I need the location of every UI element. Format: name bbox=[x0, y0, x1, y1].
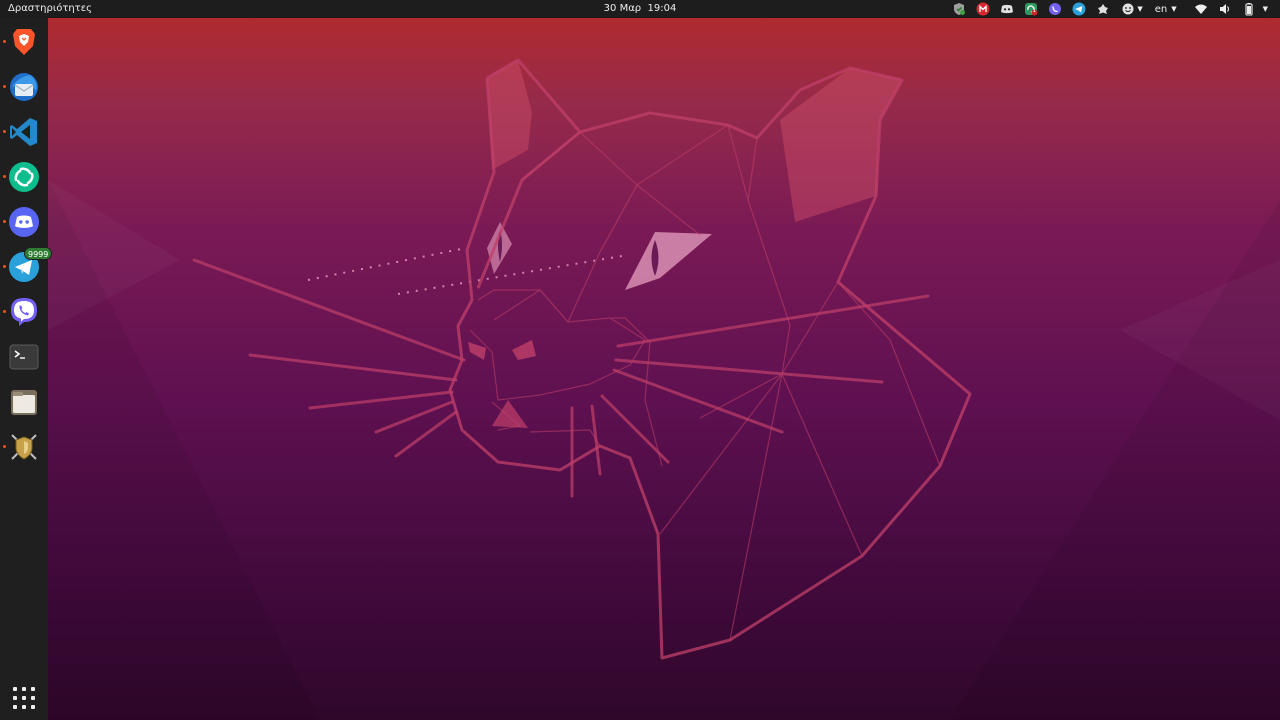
viber-icon bbox=[8, 296, 40, 328]
files-icon bbox=[8, 386, 40, 418]
running-indicator bbox=[3, 40, 6, 43]
vscode-icon bbox=[8, 116, 40, 148]
terminal-icon bbox=[8, 341, 40, 373]
discord-icon bbox=[8, 206, 40, 238]
chevron-down-icon: ▼ bbox=[1137, 5, 1143, 13]
unread-badge: 9999 bbox=[24, 247, 53, 260]
element-icon bbox=[8, 161, 40, 193]
dock-item-telegram[interactable]: 9999 bbox=[0, 245, 53, 289]
dock-item-warsow[interactable] bbox=[0, 425, 48, 469]
system-tray: 1 ▼ en ▼ ▼ bbox=[947, 0, 1274, 18]
wifi-icon bbox=[1194, 2, 1208, 16]
telegram-icon: 9999 bbox=[8, 247, 53, 283]
telegram-tray-icon[interactable] bbox=[1072, 2, 1086, 16]
dock-item-viber[interactable] bbox=[0, 290, 48, 334]
wallpaper-focal-fossa bbox=[48, 58, 1280, 720]
thunderbird-icon bbox=[8, 71, 40, 103]
mega-icon[interactable] bbox=[976, 2, 990, 16]
update-notifier-icon[interactable]: 1 bbox=[1024, 2, 1038, 16]
volume-icon bbox=[1218, 2, 1232, 16]
keyboard-layout-label: en bbox=[1154, 3, 1168, 15]
dock-item-brave[interactable] bbox=[0, 20, 48, 64]
running-indicator bbox=[3, 310, 6, 313]
running-indicator bbox=[3, 445, 6, 448]
running-indicator bbox=[3, 130, 6, 133]
desktop[interactable] bbox=[48, 18, 1280, 720]
pomodoro-icon[interactable] bbox=[1096, 2, 1110, 16]
dock-item-discord[interactable] bbox=[0, 200, 48, 244]
system-menu[interactable]: ▼ bbox=[1189, 2, 1268, 16]
chevron-down-icon: ▼ bbox=[1171, 5, 1177, 13]
discord-tray-icon[interactable] bbox=[1000, 2, 1014, 16]
update-count: 1 bbox=[1032, 7, 1037, 14]
emoji-menu[interactable]: ▼ bbox=[1121, 2, 1143, 16]
dock-item-terminal[interactable] bbox=[0, 335, 48, 379]
dock-item-thunderbird[interactable] bbox=[0, 65, 48, 109]
dock: 9999 bbox=[0, 18, 53, 720]
keyboard-layout-menu[interactable]: en ▼ bbox=[1155, 4, 1177, 15]
dock-item-element[interactable] bbox=[0, 155, 48, 199]
running-indicator bbox=[3, 220, 6, 223]
top-panel: Δραστηριότητες 30 Μαρ 19:04 1 ▼ en ▼ ▼ bbox=[0, 0, 1280, 18]
shield-check-icon[interactable] bbox=[952, 2, 966, 16]
emoji-icon bbox=[1121, 2, 1135, 16]
show-applications-button[interactable] bbox=[12, 686, 36, 710]
brave-icon bbox=[8, 26, 40, 58]
grid-icon bbox=[13, 687, 35, 709]
running-indicator bbox=[3, 85, 6, 88]
game-shield-icon bbox=[8, 431, 40, 463]
date-time-button[interactable]: 30 Μαρ 19:04 bbox=[604, 3, 677, 14]
battery-icon bbox=[1242, 2, 1256, 16]
viber-tray-icon[interactable] bbox=[1048, 2, 1062, 16]
chevron-down-icon: ▼ bbox=[1262, 5, 1268, 13]
dock-item-vscode[interactable] bbox=[0, 110, 48, 154]
dock-item-files[interactable] bbox=[0, 380, 48, 424]
activities-button[interactable]: Δραστηριότητες bbox=[8, 2, 92, 16]
running-indicator bbox=[3, 265, 6, 268]
running-indicator bbox=[3, 175, 6, 178]
